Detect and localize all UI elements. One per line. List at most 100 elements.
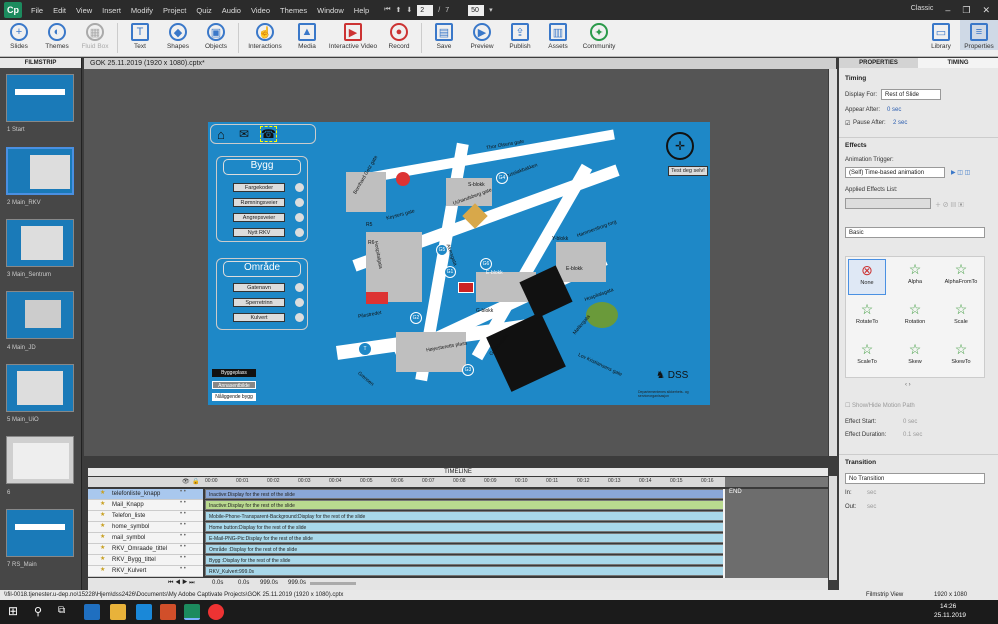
slide-thumbnail[interactable] [6,364,74,412]
slide-thumbnail-selected[interactable] [6,147,74,195]
layer-visibility-dots[interactable]: • • [180,489,186,495]
assets-button[interactable]: ▥ Assets [539,20,577,50]
chrome-icon[interactable] [208,604,224,620]
menu-quiz[interactable]: Quiz [191,6,216,15]
nytt-rkv-button[interactable]: Nytt RKV [233,228,285,237]
lock-icon[interactable]: 🔒 [192,478,199,485]
document-tab[interactable]: GOK 25.11.2019 (1920 x 1080).cptx* [84,58,836,69]
pause-after-checkbox[interactable]: ☑ [845,120,850,127]
zoom-slider[interactable] [310,582,356,585]
slides-button[interactable]: + Slides [0,20,38,50]
minimize-icon[interactable]: – [945,5,950,16]
interactions-button[interactable]: ☝ Interactions [242,20,288,50]
workspace-selector[interactable]: Classic [911,5,934,16]
slide-thumbnail[interactable] [6,219,74,267]
layer-visibility-dots[interactable]: • • [180,555,186,561]
media-button[interactable]: ▲ Media [288,20,326,50]
preview-button[interactable]: ▶ Preview [463,20,501,50]
effect-scale[interactable]: ☆ Scale [942,299,980,335]
layer-visibility-dots[interactable]: • • [180,566,186,572]
effect-scaleto[interactable]: ☆ ScaleTo [848,339,886,375]
effect-skew[interactable]: ☆ Skew [896,339,934,375]
file-explorer-icon[interactable] [110,604,126,620]
edge-icon[interactable] [84,604,100,620]
toggle-dot[interactable] [295,213,304,222]
menu-window[interactable]: Window [312,6,349,15]
task-view-icon[interactable]: ⧉ [58,605,65,616]
mail-icon[interactable]: ✉ [239,127,249,141]
menu-edit[interactable]: Edit [48,6,71,15]
visibility-eye-icon[interactable]: 👁 [182,478,190,485]
slide-canvas[interactable]: ⌂ ✉ ☎ Bygg Fargekoder Rømningsveier Angr… [208,122,710,405]
menu-project[interactable]: Project [158,6,191,15]
menu-themes[interactable]: Themes [275,6,312,15]
properties-button[interactable]: ≡ Properties [960,20,998,50]
transition-in-value[interactable]: sec [867,490,876,496]
layer-visibility-dots[interactable]: • • [180,544,186,550]
effect-alpha[interactable]: ☆ Alpha [896,259,934,295]
current-slide-input[interactable]: 2 [417,4,434,16]
play-controls-icon[interactable]: ⏮ ◀ ▶ ⏭ [168,580,195,587]
effect-start-value[interactable]: 0 sec [903,419,917,425]
effects-pager-icon[interactable]: ‹ › [905,382,911,388]
layer-visibility-dots[interactable]: • • [180,511,186,517]
tab-properties[interactable]: PROPERTIES [839,58,918,68]
toggle-dot[interactable] [295,283,304,292]
menu-modify[interactable]: Modify [126,6,158,15]
record-button[interactable]: ● Record [380,20,418,50]
menu-help[interactable]: Help [349,6,374,15]
search-icon[interactable]: ⚲ [34,605,42,618]
publish-button[interactable]: ⇪ Publish [501,20,539,50]
romningsveier-button[interactable]: Rømningsveier [233,198,285,207]
stage-scrollbar[interactable] [829,69,837,456]
slide-thumbnail[interactable] [6,509,74,557]
zoom-dropdown-icon[interactable]: ▾ [489,6,493,14]
layer-visibility-dots[interactable]: • • [180,500,186,506]
office-icon[interactable] [160,604,176,620]
windows-start-icon[interactable]: ⊞ [8,604,18,618]
toggle-dot[interactable] [295,183,304,192]
close-icon[interactable]: ✕ [982,5,990,16]
effect-rotateto[interactable]: ☆ RotateTo [848,299,886,335]
library-button[interactable]: ▭ Library [922,20,960,50]
zoom-input[interactable]: 50 [468,4,485,16]
angrepsveier-button[interactable]: Angrepsveier [233,213,285,222]
effect-skewto[interactable]: ☆ SkewTo [942,339,980,375]
save-button[interactable]: ▤ Save [425,20,463,50]
prev-slide-icon[interactable]: ⬆ [396,6,402,14]
toggle-dot[interactable] [295,298,304,307]
text-button[interactable]: T Text [121,20,159,50]
menu-view[interactable]: View [71,6,97,15]
gatenavn-button[interactable]: Gatenavn [233,283,285,292]
layer-visibility-dots[interactable]: • • [180,533,186,539]
test-yourself-button[interactable]: Test deg selv! [668,166,708,176]
community-button[interactable]: ✦ Community [577,20,621,50]
anim-trigger-select[interactable]: (Self) Time-based animation [845,167,945,178]
sperretrinn-button[interactable]: Sperretrinn [233,298,285,307]
transition-out-value[interactable]: sec [867,504,876,510]
objects-button[interactable]: ▣ Objects [197,20,235,50]
first-slide-icon[interactable]: ⏮ [384,6,390,14]
effect-none[interactable]: ⊗ None [848,259,886,295]
effect-category-select[interactable]: Basic [845,227,985,238]
transition-select[interactable]: No Transition [845,473,985,484]
effect-buttons-icon[interactable]: ▶ ◫ ◫ [951,169,970,176]
home-icon[interactable]: ⌂ [217,127,225,142]
slide-thumbnail[interactable] [6,291,74,339]
layer-visibility-dots[interactable]: • • [180,522,186,528]
slide-thumbnail[interactable] [6,436,74,484]
menu-file[interactable]: File [26,6,48,15]
effect-actions-icon[interactable]: ＋ ⊘ ▤ ▣ [935,200,964,209]
effect-duration-value[interactable]: 0.1 sec [903,432,922,438]
menu-video[interactable]: Video [246,6,275,15]
captivate-taskbar-icon[interactable] [184,604,200,620]
next-slide-icon[interactable]: ⬇ [406,6,412,14]
menu-insert[interactable]: Insert [97,6,126,15]
toggle-dot[interactable] [295,198,304,207]
kulvert-button[interactable]: Kulvert [233,313,285,322]
motion-path-checkbox[interactable]: ☐ Show/Hide Motion Path [845,402,915,409]
maximize-icon[interactable]: ❐ [962,5,970,16]
tab-timing[interactable]: TIMING [918,58,998,68]
skype-icon[interactable] [136,604,152,620]
shapes-button[interactable]: ◆ Shapes [159,20,197,50]
